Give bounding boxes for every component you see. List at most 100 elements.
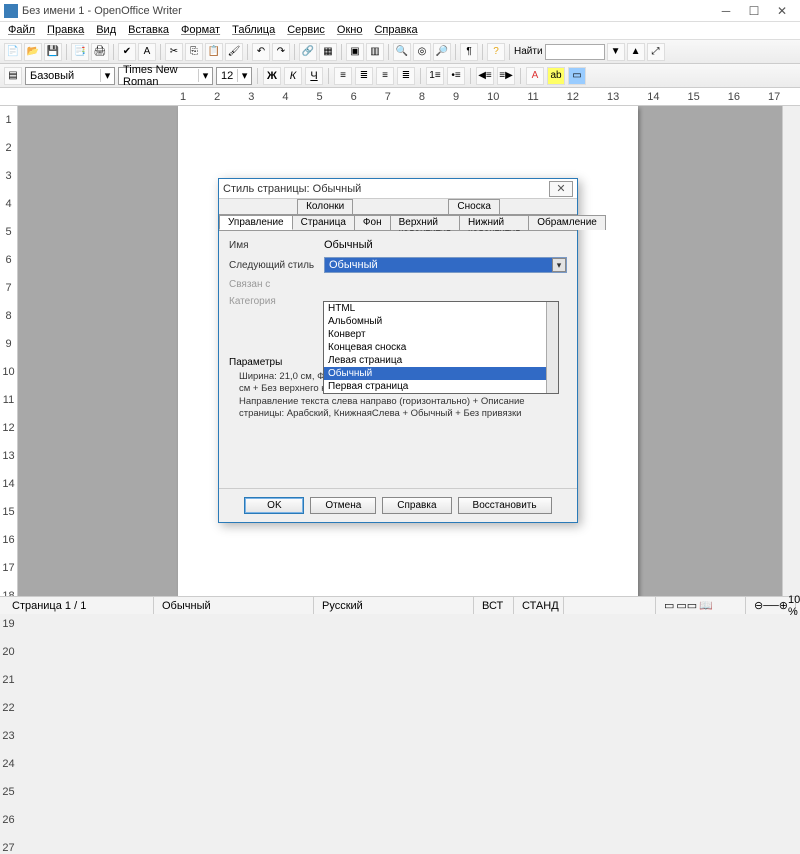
numbering-icon[interactable]: 1≡ xyxy=(426,67,444,85)
menu-tools[interactable]: Сервис xyxy=(281,22,331,39)
tab-header[interactable]: Верхний колонтитул xyxy=(390,215,460,230)
tab-background[interactable]: Фон xyxy=(354,215,391,230)
paste-icon[interactable]: 📋 xyxy=(205,43,223,61)
menu-file[interactable]: Файл xyxy=(2,22,41,39)
tab-page[interactable]: Страница xyxy=(292,215,355,230)
reset-button[interactable]: Восстановить xyxy=(458,497,552,514)
print-icon[interactable]: 🖨 xyxy=(91,43,109,61)
dropdown-item[interactable]: Левая страница xyxy=(324,354,558,367)
menu-edit[interactable]: Правка xyxy=(41,22,90,39)
increase-indent-icon[interactable]: ≡▶ xyxy=(497,67,515,85)
next-style-dropdown-list[interactable]: HTML Альбомный Конверт Концевая сноска Л… xyxy=(323,301,559,394)
tab-organizer[interactable]: Управление xyxy=(219,215,293,230)
italic-button[interactable]: К xyxy=(284,67,302,85)
ok-button[interactable]: OK xyxy=(244,497,304,514)
menu-help[interactable]: Справка xyxy=(368,22,423,39)
dialog-close-icon[interactable]: ✕ xyxy=(549,181,573,197)
navigator-icon[interactable]: ◎ xyxy=(413,43,431,61)
status-view-layout[interactable]: ▭▭▭📖 xyxy=(656,597,746,614)
vertical-ruler[interactable]: 1234567891011121314151617181920212223242… xyxy=(0,106,18,596)
highlight-icon[interactable]: ab xyxy=(547,67,565,85)
dropdown-item-selected[interactable]: Обычный xyxy=(324,367,558,380)
horizontal-ruler[interactable]: 123456789101112131415161718 xyxy=(0,88,800,106)
find-all-icon[interactable]: ⤢ xyxy=(647,43,665,61)
dropdown-item[interactable]: HTML xyxy=(324,302,558,315)
align-left-icon[interactable]: ≡ xyxy=(334,67,352,85)
vertical-scrollbar[interactable] xyxy=(782,106,800,596)
status-language[interactable]: Русский xyxy=(314,597,474,614)
status-zoom[interactable]: ⊖──⊕ 105 % xyxy=(746,597,796,614)
help-icon[interactable]: ? xyxy=(487,43,505,61)
zoom-icon[interactable]: 🔎 xyxy=(433,43,451,61)
styles-icon[interactable]: ▤ xyxy=(4,67,22,85)
formatting-toolbar: ▤ Базовый▾ Times New Roman▾ 12▾ Ж К Ч ≡ … xyxy=(0,64,800,88)
dialog-buttons: OK Отмена Справка Восстановить xyxy=(219,488,577,522)
gallery-icon[interactable]: ▣ xyxy=(346,43,364,61)
open-icon[interactable]: 📂 xyxy=(24,43,42,61)
status-page: Страница 1 / 1 xyxy=(4,597,154,614)
dropdown-item[interactable]: Концевая сноска xyxy=(324,341,558,354)
menu-table[interactable]: Таблица xyxy=(226,22,281,39)
cancel-button[interactable]: Отмена xyxy=(310,497,376,514)
find-label: Найти xyxy=(514,46,543,57)
cut-icon[interactable]: ✂ xyxy=(165,43,183,61)
bg-color-icon[interactable]: ▭ xyxy=(568,67,586,85)
redo-icon[interactable]: ↷ xyxy=(272,43,290,61)
hyperlink-icon[interactable]: 🔗 xyxy=(299,43,317,61)
tab-columns[interactable]: Колонки xyxy=(297,199,353,214)
find-icon[interactable]: 🔍 xyxy=(393,43,411,61)
dialog-titlebar[interactable]: Стиль страницы: Обычный ✕ xyxy=(219,179,577,199)
menu-view[interactable]: Вид xyxy=(90,22,122,39)
next-style-dropdown[interactable]: Обычный▾ xyxy=(324,257,567,273)
format-paint-icon[interactable]: 🖌 xyxy=(225,43,243,61)
align-center-icon[interactable]: ≣ xyxy=(355,67,373,85)
nonprint-icon[interactable]: ¶ xyxy=(460,43,478,61)
find-next-icon[interactable]: ▼ xyxy=(607,43,625,61)
dialog-tabs-row2: Управление Страница Фон Верхний колонтит… xyxy=(219,215,577,231)
bold-button[interactable]: Ж xyxy=(263,67,281,85)
menu-window[interactable]: Окно xyxy=(331,22,369,39)
font-name-combo[interactable]: Times New Roman▾ xyxy=(118,67,213,85)
menu-format[interactable]: Формат xyxy=(175,22,226,39)
paragraph-style-combo[interactable]: Базовый▾ xyxy=(25,67,115,85)
page-style-dialog: Стиль страницы: Обычный ✕ Колонки Сноска… xyxy=(218,178,578,523)
status-style[interactable]: Обычный xyxy=(154,597,314,614)
table-icon[interactable]: ▦ xyxy=(319,43,337,61)
spellcheck-icon[interactable]: ✔ xyxy=(118,43,136,61)
dropdown-scrollbar[interactable] xyxy=(546,302,558,393)
field-name-value: Обычный xyxy=(324,239,567,251)
copy-icon[interactable]: ⎘ xyxy=(185,43,203,61)
decrease-indent-icon[interactable]: ◀≡ xyxy=(476,67,494,85)
standard-toolbar: 📄 📂 💾 📑 🖨 ✔ A ✂ ⎘ 📋 🖌 ↶ ↷ 🔗 ▦ ▣ ▥ 🔍 ◎ 🔎 … xyxy=(0,40,800,64)
help-button[interactable]: Справка xyxy=(382,497,451,514)
tab-footnote[interactable]: Сноска xyxy=(448,199,499,214)
bullets-icon[interactable]: •≡ xyxy=(447,67,465,85)
tab-borders[interactable]: Обрамление xyxy=(528,215,606,230)
dropdown-item[interactable]: Альбомный xyxy=(324,315,558,328)
dropdown-item[interactable]: Первая страница xyxy=(324,380,558,393)
status-selection-mode[interactable]: СТАНД xyxy=(514,597,564,614)
dropdown-item[interactable]: Конверт xyxy=(324,328,558,341)
maximize-button[interactable]: ☐ xyxy=(740,2,768,20)
status-insert-mode[interactable]: ВСТ xyxy=(474,597,514,614)
window-title: Без имени 1 - OpenOffice Writer xyxy=(22,5,712,17)
align-justify-icon[interactable]: ≣ xyxy=(397,67,415,85)
find-input[interactable] xyxy=(545,44,605,60)
align-right-icon[interactable]: ≡ xyxy=(376,67,394,85)
close-button[interactable]: ✕ xyxy=(768,2,796,20)
find-prev-icon[interactable]: ▲ xyxy=(627,43,645,61)
underline-button[interactable]: Ч xyxy=(305,67,323,85)
minimize-button[interactable]: ─ xyxy=(712,2,740,20)
new-icon[interactable]: 📄 xyxy=(4,43,22,61)
abc-icon[interactable]: A xyxy=(138,43,156,61)
font-size-combo[interactable]: 12▾ xyxy=(216,67,252,85)
chart-icon[interactable]: ▥ xyxy=(366,43,384,61)
save-icon[interactable]: 💾 xyxy=(44,43,62,61)
undo-icon[interactable]: ↶ xyxy=(252,43,270,61)
dialog-tabs-row1: Колонки Сноска xyxy=(219,199,577,215)
window-titlebar: Без имени 1 - OpenOffice Writer ─ ☐ ✕ xyxy=(0,0,800,22)
export-pdf-icon[interactable]: 📑 xyxy=(71,43,89,61)
menu-insert[interactable]: Вставка xyxy=(122,22,175,39)
font-color-icon[interactable]: A xyxy=(526,67,544,85)
tab-footer[interactable]: Нижний колонтитул xyxy=(459,215,529,230)
